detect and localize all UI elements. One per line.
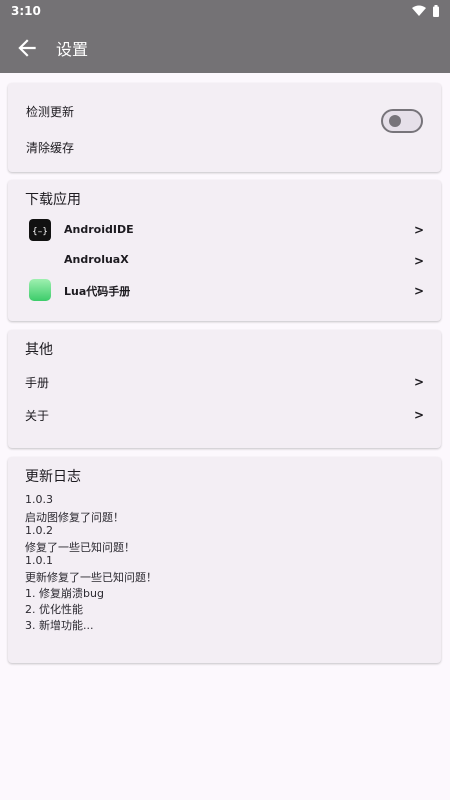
app-bar: 设置 <box>0 22 450 73</box>
check-update-toggle[interactable] <box>381 109 423 133</box>
other-card: 其他 手册 > 关于 > <box>8 330 441 448</box>
download-apps-card: 下载应用 {–} AndroidIDE > AndroluaX > Lua代码手… <box>8 180 441 321</box>
chevron-right-icon: > <box>413 284 424 298</box>
app-name: AndroidIDE <box>64 223 134 236</box>
changelog-line: 2. 优化性能 <box>25 603 83 616</box>
status-bar: 3:10 <box>0 0 450 22</box>
back-button[interactable] <box>14 35 40 61</box>
battery-icon <box>433 5 439 17</box>
chevron-right-icon: > <box>413 408 424 422</box>
arrow-back-icon <box>18 39 36 57</box>
toggle-knob <box>389 115 401 127</box>
other-title: 其他 <box>25 342 53 358</box>
changelog-line: 1. 修复崩溃bug <box>25 587 104 600</box>
changelog-line: 更新修复了一些已知问题！ <box>25 571 157 584</box>
manual-label: 手册 <box>25 376 50 390</box>
page-title: 设置 <box>56 40 89 59</box>
chevron-right-icon: > <box>413 254 424 268</box>
changelog-line: 1.0.2 <box>25 524 53 537</box>
changelog-line: 1.0.3 <box>25 493 53 506</box>
status-time: 3:10 <box>11 4 41 18</box>
changelog-line: 3. 新增功能... <box>25 619 94 632</box>
chevron-right-icon: > <box>413 223 424 237</box>
status-icons <box>412 5 440 17</box>
androidide-icon: {–} <box>29 219 51 241</box>
check-update-label[interactable]: 检测更新 <box>26 103 74 120</box>
changelog-line: 1.0.1 <box>25 554 53 567</box>
chevron-right-icon: > <box>413 375 424 389</box>
changelog-title: 更新日志 <box>25 469 81 485</box>
wifi-icon <box>412 5 426 16</box>
lua-manual-icon <box>29 279 51 301</box>
about-label: 关于 <box>25 409 50 423</box>
download-apps-title: 下载应用 <box>25 192 81 208</box>
changelog-card: 更新日志 1.0.3 启动图修复了问题！ 1.0.2 修复了一些已知问题！ 1.… <box>8 457 441 663</box>
svg-text:{–}: {–} <box>32 227 48 237</box>
app-name: Lua代码手册 <box>64 285 131 298</box>
clear-cache-item[interactable]: 清除缓存 <box>26 139 74 156</box>
general-settings-card: 检测更新 清除缓存 <box>8 83 441 172</box>
app-name: AndroluaX <box>64 253 129 266</box>
changelog-line: 修复了一些已知问题！ <box>25 541 135 554</box>
changelog-line: 启动图修复了问题！ <box>25 511 124 524</box>
